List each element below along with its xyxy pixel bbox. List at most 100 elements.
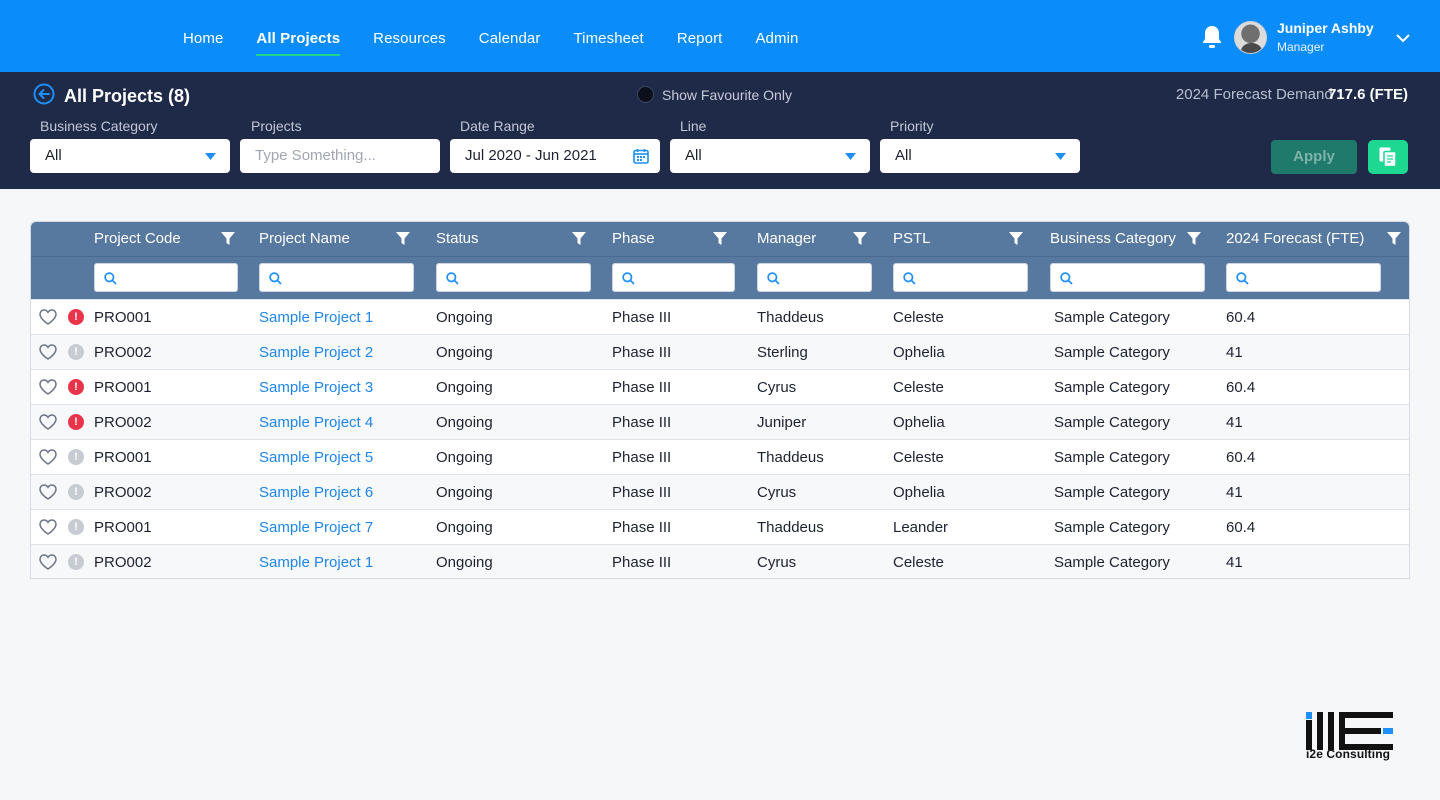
cell-forecast: 60.4 [1226,309,1256,326]
heart-icon[interactable] [39,344,57,360]
funnel-icon[interactable] [396,232,410,246]
funnel-icon[interactable] [1187,232,1201,246]
cell-forecast: 41 [1226,484,1243,501]
nav-item-all-projects[interactable]: All Projects [256,0,340,72]
heart-icon[interactable] [39,414,57,430]
cell-code: PRO001 [94,519,152,536]
nav-item-resources[interactable]: Resources [373,0,446,72]
priority-select[interactable]: All [880,139,1080,173]
nav-item-timesheet[interactable]: Timesheet [573,0,643,72]
cell-status: Ongoing [436,309,493,326]
search-icon [1236,272,1249,285]
project-name-link[interactable]: Sample Project 7 [259,519,373,536]
column-header-manager[interactable]: Manager [757,230,816,247]
column-search-input[interactable] [259,263,414,292]
project-name-link[interactable]: Sample Project 3 [259,379,373,396]
nav-item-calendar[interactable]: Calendar [479,0,541,72]
bell-icon[interactable] [1200,24,1224,50]
project-name-link[interactable]: Sample Project 1 [259,554,373,571]
cell-manager: Cyrus [757,484,797,501]
table-row[interactable]: ! PRO001 Sample Project 1 Ongoing Phase III T… [31,299,1409,334]
project-name-link[interactable]: Sample Project 4 [259,414,373,431]
column-header-status[interactable]: Status [436,230,479,247]
line-select[interactable]: All [670,139,870,173]
project-name-link[interactable]: Sample Project 6 [259,484,373,501]
cell-code: PRO001 [94,309,152,326]
chevron-down-icon[interactable] [1395,33,1411,43]
heart-icon[interactable] [39,484,57,500]
heart-icon[interactable] [39,309,57,325]
funnel-icon[interactable] [713,232,727,246]
avatar[interactable] [1234,21,1267,54]
favourite-label[interactable]: Show Favourite Only [662,87,792,103]
calendar-icon[interactable] [633,148,649,164]
column-header-pstl[interactable]: PSTL [893,230,931,247]
table-row[interactable]: ! PRO002 Sample Project 6 Ongoing Phase III C… [31,474,1409,509]
business-category-select[interactable]: All [30,139,230,173]
date-range-picker[interactable]: Jul 2020 - Jun 2021 [450,139,660,173]
brand-name: i2e Consulting [1306,747,1391,761]
cell-phase: Phase III [612,484,672,501]
column-search-input[interactable] [94,263,238,292]
column-search-input[interactable] [612,263,735,292]
favourite-toggle[interactable] [637,86,654,103]
date-range-label: Date Range [460,118,535,134]
cell-pstl: Ophelia [893,484,945,501]
cell-category: Sample Category [1054,344,1170,361]
table-row[interactable]: ! PRO002 Sample Project 1 Ongoing Phase III C… [31,544,1409,578]
cell-forecast: 41 [1226,414,1243,431]
column-header-forecast[interactable]: 2024 Forecast (FTE) [1226,230,1364,247]
table-row[interactable]: ! PRO001 Sample Project 5 Ongoing Phase III T… [31,439,1409,474]
column-search-input[interactable] [436,263,591,292]
cell-phase: Phase III [612,519,672,536]
column-search-input[interactable] [757,263,872,292]
projects-label: Projects [251,118,302,134]
copy-icon [1379,147,1397,167]
funnel-icon[interactable] [221,232,235,246]
column-header-name[interactable]: Project Name [259,230,350,247]
cell-category: Sample Category [1054,554,1170,571]
cell-forecast: 60.4 [1226,449,1256,466]
column-search-input[interactable] [1226,263,1381,292]
funnel-icon[interactable] [1387,232,1401,246]
heart-icon[interactable] [39,379,57,395]
business-category-value: All [45,147,62,164]
column-header-category[interactable]: Business Category [1050,230,1176,247]
cell-category: Sample Category [1054,449,1170,466]
nav-item-home[interactable]: Home [183,0,223,72]
priority-icon: ! [68,379,84,395]
back-arrow-icon[interactable] [33,83,55,105]
table-row[interactable]: ! PRO002 Sample Project 4 Ongoing Phase III J… [31,404,1409,439]
column-search-input[interactable] [1050,263,1205,292]
heart-icon[interactable] [39,519,57,535]
project-name-link[interactable]: Sample Project 2 [259,344,373,361]
nav-item-admin[interactable]: Admin [755,0,798,72]
column-search-input[interactable] [893,263,1028,292]
table-row[interactable]: ! PRO001 Sample Project 3 Ongoing Phase III C… [31,369,1409,404]
column-header-phase[interactable]: Phase [612,230,655,247]
cell-pstl: Celeste [893,449,944,466]
table-row[interactable]: ! PRO001 Sample Project 7 Ongoing Phase III T… [31,509,1409,544]
copy-button[interactable] [1368,140,1408,174]
projects-table: Project Code Project Name Status Phase Manag… [30,221,1410,579]
cell-status: Ongoing [436,344,493,361]
funnel-icon[interactable] [853,232,867,246]
table-row[interactable]: ! PRO002 Sample Project 2 Ongoing Phase III S… [31,334,1409,369]
project-name-link[interactable]: Sample Project 1 [259,309,373,326]
page-title: All Projects (8) [64,86,191,106]
funnel-icon[interactable] [1009,232,1023,246]
nav-item-report[interactable]: Report [677,0,723,72]
projects-input[interactable]: Type Something... [240,139,440,173]
user-name[interactable]: Juniper Ashby [1277,20,1374,36]
funnel-icon[interactable] [572,232,586,246]
column-header-code[interactable]: Project Code [94,230,181,247]
project-name-link[interactable]: Sample Project 5 [259,449,373,466]
priority-icon: ! [68,449,84,465]
apply-button[interactable]: Apply [1271,140,1357,174]
cell-code: PRO001 [94,449,152,466]
cell-category: Sample Category [1054,309,1170,326]
heart-icon[interactable] [39,449,57,465]
priority-icon: ! [68,309,84,325]
cell-status: Ongoing [436,554,493,571]
heart-icon[interactable] [39,554,57,570]
